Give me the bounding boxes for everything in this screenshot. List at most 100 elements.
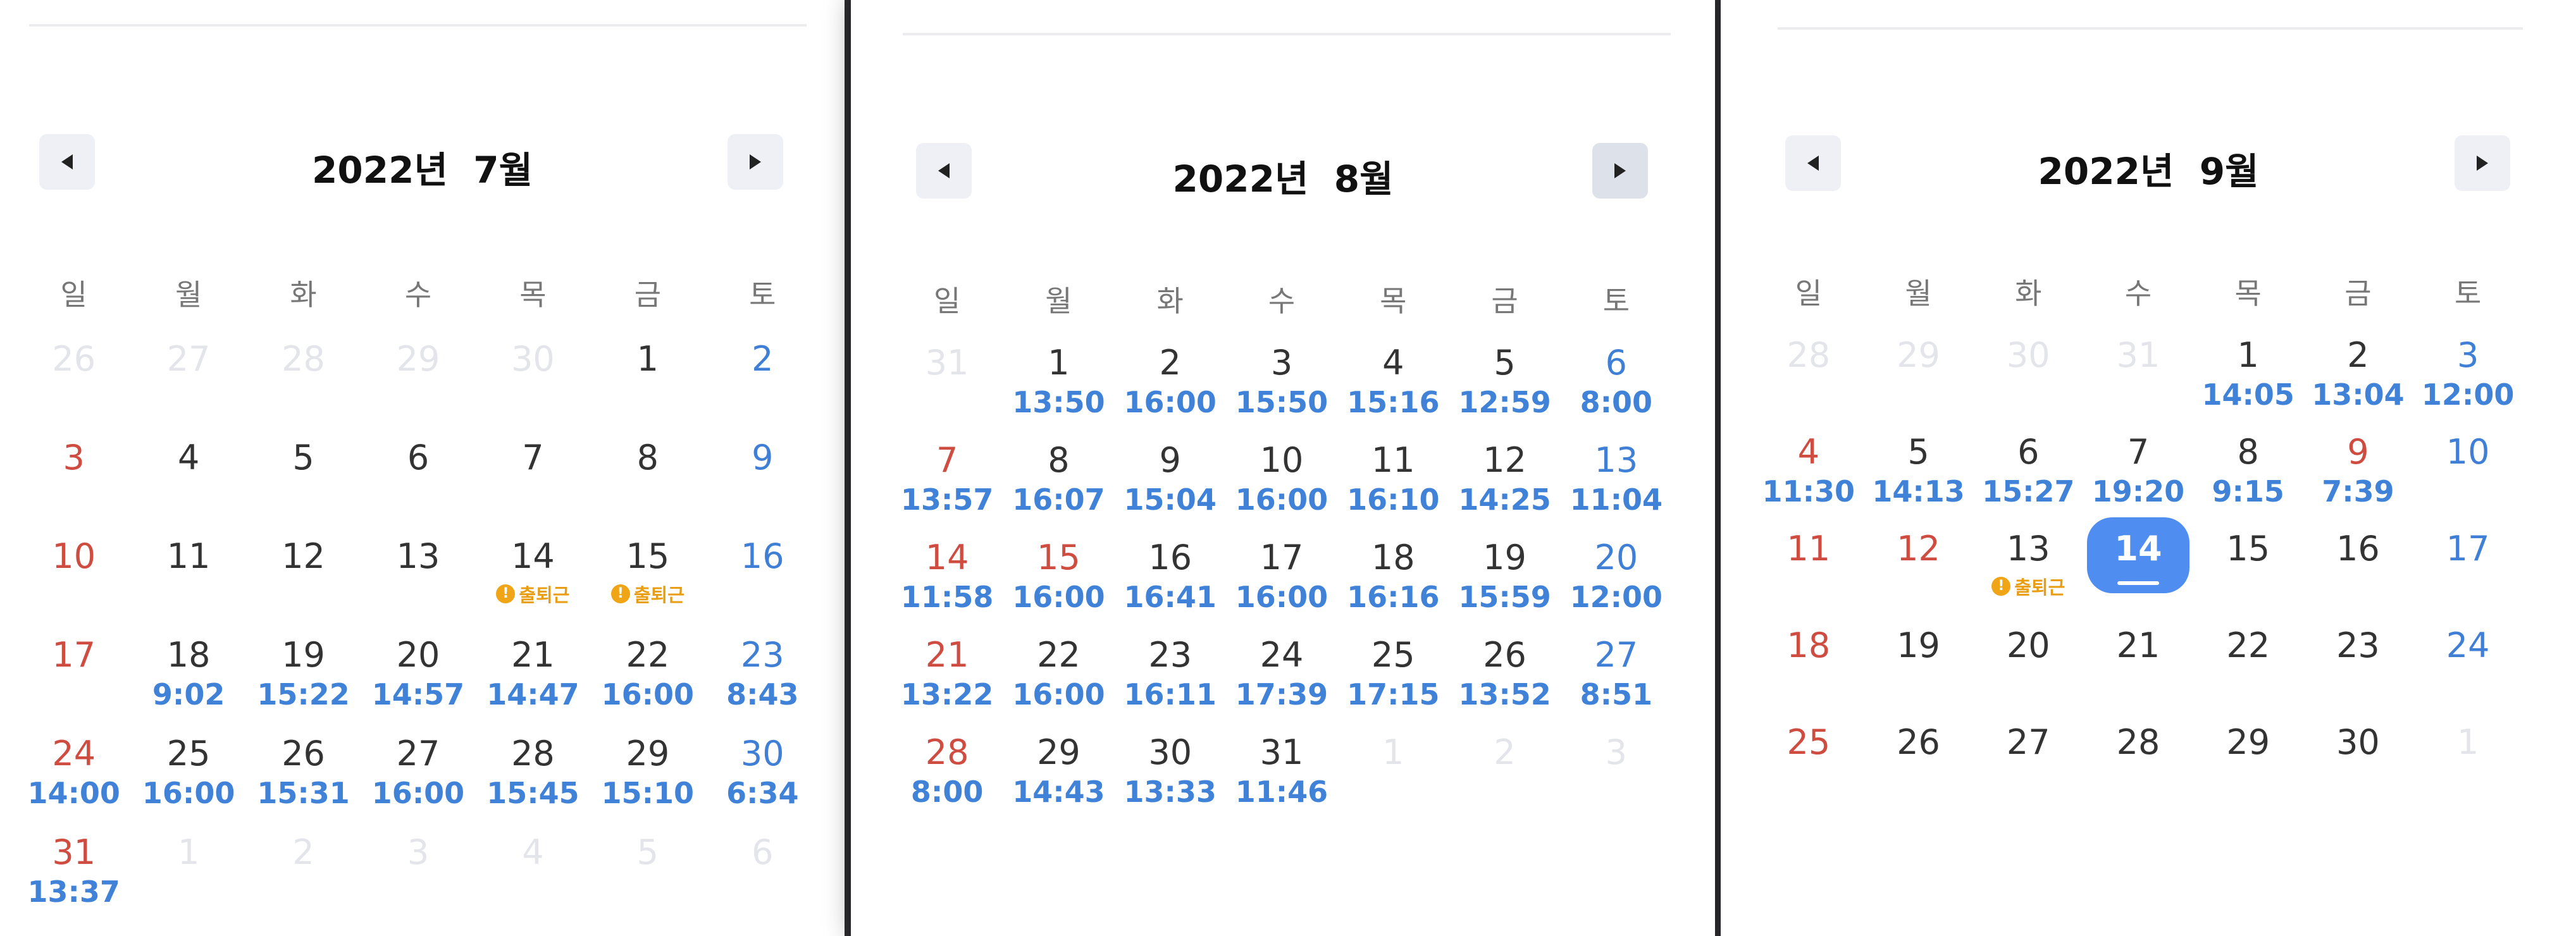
day-cell[interactable]: 27 16:00	[361, 732, 475, 831]
day-cell[interactable]: 8 9:15	[2193, 431, 2303, 527]
day-cell-today[interactable]: 14	[2083, 517, 2193, 624]
day-cell[interactable]: 7	[476, 436, 590, 535]
day-cell[interactable]: 5 14:13	[1864, 431, 1974, 527]
day-cell[interactable]: 31	[891, 342, 1003, 439]
day-cell[interactable]: 3 15:50	[1226, 342, 1337, 439]
day-cell[interactable]: 30	[1973, 334, 2083, 431]
day-cell[interactable]: 26	[1864, 721, 1974, 818]
day-cell[interactable]: 25 17:15	[1337, 634, 1449, 731]
day-cell[interactable]: 29	[361, 338, 475, 436]
day-cell[interactable]: 24 14:00	[16, 732, 131, 831]
day-cell[interactable]: 23 8:43	[705, 634, 820, 732]
day-cell[interactable]: 11	[131, 535, 245, 634]
day-cell[interactable]: 6 15:27	[1973, 431, 2083, 527]
day-cell[interactable]: 7 13:57	[891, 439, 1003, 536]
day-cell[interactable]: 15! 출퇴근	[590, 535, 705, 634]
day-cell[interactable]: 7 19:20	[2083, 431, 2193, 527]
day-cell[interactable]: 5	[246, 436, 361, 535]
day-cell[interactable]: 28	[246, 338, 361, 436]
day-cell[interactable]: 3	[1561, 731, 1672, 828]
day-cell[interactable]: 1 13:50	[1003, 342, 1114, 439]
day-cell[interactable]: 3 12:00	[2413, 334, 2523, 431]
day-cell[interactable]: 21 13:22	[891, 634, 1003, 731]
day-cell[interactable]: 5	[590, 831, 705, 930]
day-cell[interactable]: 28	[1754, 334, 1864, 431]
day-cell[interactable]: 4 11:30	[1754, 431, 1864, 527]
day-cell[interactable]: 17 16:00	[1226, 536, 1337, 634]
day-cell[interactable]: 1	[1337, 731, 1449, 828]
day-cell[interactable]: 8 16:07	[1003, 439, 1114, 536]
day-cell[interactable]: 26 13:52	[1449, 634, 1560, 731]
day-cell[interactable]: 11	[1754, 527, 1864, 624]
day-cell[interactable]: 2	[705, 338, 820, 436]
day-cell[interactable]: 28 15:45	[476, 732, 590, 831]
day-cell[interactable]: 24	[2413, 624, 2523, 721]
day-cell[interactable]: 1	[131, 831, 245, 930]
day-cell[interactable]: 26	[16, 338, 131, 436]
next-month-button[interactable]	[2455, 135, 2510, 191]
day-cell[interactable]: 30 6:34	[705, 732, 820, 831]
day-cell[interactable]: 23	[2303, 624, 2413, 721]
day-cell[interactable]: 2 13:04	[2303, 334, 2413, 431]
day-cell[interactable]: 20 12:00	[1561, 536, 1672, 634]
day-cell[interactable]: 22	[2193, 624, 2303, 721]
day-cell[interactable]: 3	[361, 831, 475, 930]
day-cell[interactable]: 18 16:16	[1337, 536, 1449, 634]
day-cell[interactable]: 18	[1754, 624, 1864, 721]
day-cell[interactable]: 2	[1449, 731, 1560, 828]
day-cell[interactable]: 29	[2193, 721, 2303, 818]
day-cell[interactable]: 22 16:00	[590, 634, 705, 732]
day-cell[interactable]: 13! 출퇴근	[1973, 527, 2083, 624]
day-cell[interactable]: 8	[590, 436, 705, 535]
day-cell[interactable]: 13 11:04	[1561, 439, 1672, 536]
day-cell[interactable]: 14! 출퇴근	[476, 535, 590, 634]
next-month-button[interactable]	[728, 134, 783, 190]
day-cell[interactable]: 19 15:22	[246, 634, 361, 732]
day-cell[interactable]: 21	[2083, 624, 2193, 721]
day-cell[interactable]: 27 8:51	[1561, 634, 1672, 731]
day-cell[interactable]: 15	[2193, 527, 2303, 624]
day-cell[interactable]: 12 14:25	[1449, 439, 1560, 536]
day-cell[interactable]: 12	[1864, 527, 1974, 624]
day-cell[interactable]: 21 14:47	[476, 634, 590, 732]
day-cell[interactable]: 25	[1754, 721, 1864, 818]
day-cell[interactable]: 19	[1864, 624, 1974, 721]
day-cell[interactable]: 29	[1864, 334, 1974, 431]
day-cell[interactable]: 4	[476, 831, 590, 930]
day-cell[interactable]: 30	[476, 338, 590, 436]
day-cell[interactable]: 31	[2083, 334, 2193, 431]
day-cell[interactable]: 1	[590, 338, 705, 436]
day-cell[interactable]: 20	[1973, 624, 2083, 721]
day-cell[interactable]: 14 11:58	[891, 536, 1003, 634]
day-cell[interactable]: 3	[16, 436, 131, 535]
day-cell[interactable]: 29 14:43	[1003, 731, 1114, 828]
day-cell[interactable]: 28 8:00	[891, 731, 1003, 828]
day-cell[interactable]: 27	[131, 338, 245, 436]
day-cell[interactable]: 9 15:04	[1115, 439, 1226, 536]
day-cell[interactable]: 15 16:00	[1003, 536, 1114, 634]
day-cell[interactable]: 17	[16, 634, 131, 732]
day-cell[interactable]: 30	[2303, 721, 2413, 818]
day-cell[interactable]: 1 14:05	[2193, 334, 2303, 431]
day-cell[interactable]: 25 16:00	[131, 732, 245, 831]
day-cell[interactable]: 6	[361, 436, 475, 535]
day-cell[interactable]: 12	[246, 535, 361, 634]
day-cell[interactable]: 10	[2413, 431, 2523, 527]
day-cell[interactable]: 6	[705, 831, 820, 930]
day-cell[interactable]: 27	[1973, 721, 2083, 818]
day-cell[interactable]: 31 13:37	[16, 831, 131, 930]
day-cell[interactable]: 13	[361, 535, 475, 634]
next-month-button[interactable]	[1592, 143, 1648, 199]
day-cell[interactable]: 9 7:39	[2303, 431, 2413, 527]
day-cell[interactable]: 23 16:11	[1115, 634, 1226, 731]
day-cell[interactable]: 28	[2083, 721, 2193, 818]
day-cell[interactable]: 5 12:59	[1449, 342, 1560, 439]
day-cell[interactable]: 2 16:00	[1115, 342, 1226, 439]
day-cell[interactable]: 16 16:41	[1115, 536, 1226, 634]
day-cell[interactable]: 9	[705, 436, 820, 535]
day-cell[interactable]: 1	[2413, 721, 2523, 818]
day-cell[interactable]: 11 16:10	[1337, 439, 1449, 536]
day-cell[interactable]: 16	[705, 535, 820, 634]
day-cell[interactable]: 18 9:02	[131, 634, 245, 732]
day-cell[interactable]: 19 15:59	[1449, 536, 1560, 634]
